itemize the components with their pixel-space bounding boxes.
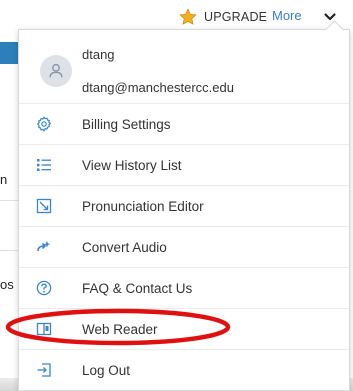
account-dropdown-menu: dtang dtang@manchestercc.edu Billing Set…: [18, 20, 350, 391]
menu-item-label: Log Out: [82, 362, 131, 378]
user-email: dtang@manchestercc.edu: [82, 80, 234, 95]
background-text-fragment: os: [0, 277, 14, 292]
user-icon: [49, 63, 63, 78]
menu-item-label: Web Reader: [82, 321, 158, 337]
menu-item-view-history-list[interactable]: View History List: [19, 144, 349, 185]
menu-item-pronunciation-editor[interactable]: Pronunciation Editor: [19, 185, 349, 226]
user-name: dtang: [82, 47, 115, 62]
menu-item-label: Convert Audio: [82, 239, 167, 255]
help-icon: [35, 279, 53, 297]
convert-audio-icon: [35, 238, 53, 256]
menu-item-faq-contact-us[interactable]: FAQ & Contact Us: [19, 267, 349, 308]
logout-icon: [35, 361, 53, 379]
menu-item-billing-settings[interactable]: Billing Settings: [19, 103, 349, 144]
gear-icon: [35, 115, 53, 133]
web-reader-icon: [35, 320, 53, 338]
pronunciation-editor-icon: [35, 197, 53, 215]
user-info: dtang dtang@manchestercc.edu: [19, 30, 349, 103]
upgrade-label: UPGRADE: [204, 10, 268, 24]
menu-list: Billing Settings View History List Pronu…: [19, 103, 349, 390]
star-icon: [179, 8, 197, 25]
upgrade-button[interactable]: UPGRADE: [178, 6, 267, 28]
menu-item-label: Pronunciation Editor: [82, 198, 204, 214]
menu-item-web-reader[interactable]: Web Reader: [19, 308, 349, 349]
menu-item-label: Billing Settings: [82, 116, 171, 132]
top-bar: UPGRADE More: [0, 0, 353, 32]
menu-item-log-out[interactable]: Log Out: [19, 349, 349, 390]
background-text-fragment: n: [0, 172, 8, 187]
menu-item-label: FAQ & Contact Us: [82, 280, 193, 296]
menu-item-convert-audio[interactable]: Convert Audio: [19, 226, 349, 267]
menu-item-label: View History List: [82, 157, 182, 173]
avatar: [40, 55, 72, 87]
more-menu-link[interactable]: More: [272, 8, 302, 23]
list-icon: [35, 156, 53, 174]
